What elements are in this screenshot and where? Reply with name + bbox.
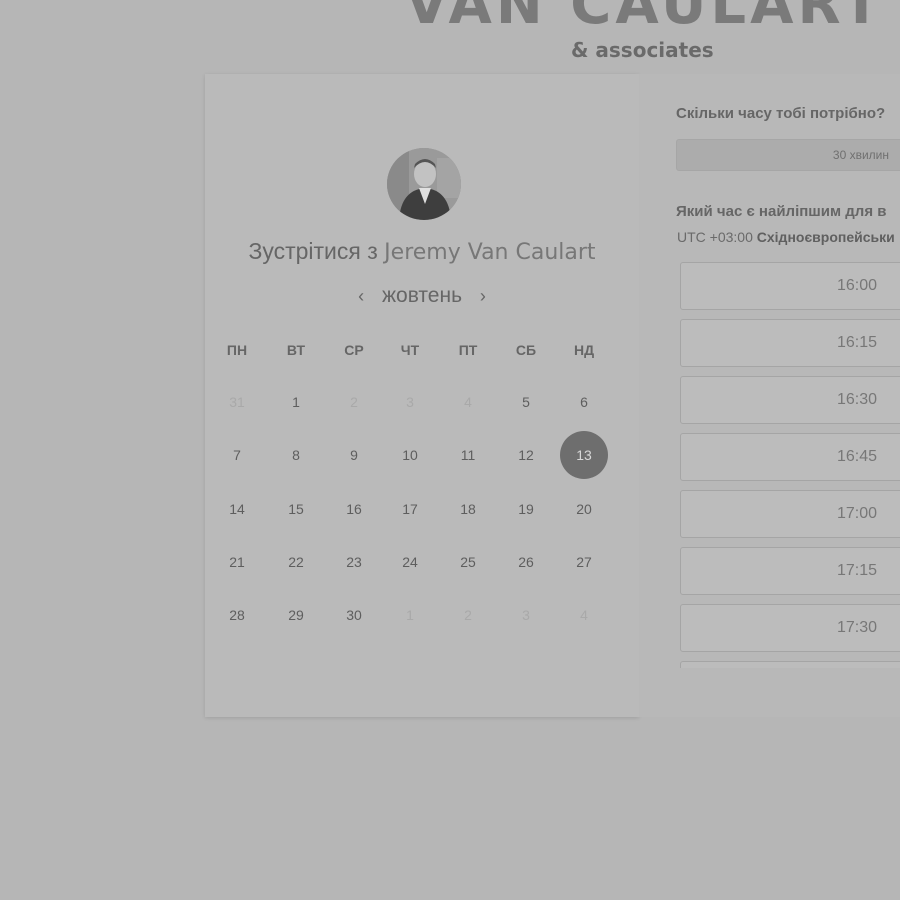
timezone-label[interactable]: UTC +03:00 Східноєвропейськи	[677, 229, 895, 245]
calendar-day: 3	[406, 394, 414, 410]
calendar-day: 4	[464, 394, 472, 410]
weekday-label: ЧТ	[400, 342, 420, 358]
weekday-label: СБ	[515, 342, 537, 358]
calendar-day[interactable]: 11	[444, 431, 492, 479]
time-slot-button[interactable]: 16:00	[680, 262, 900, 310]
time-slot-label: 16:30	[836, 391, 877, 408]
logo-title: VAN CAULART	[405, 0, 885, 37]
time-slot-button[interactable]: 17:15	[680, 547, 900, 595]
time-slot-button[interactable]: 17:00	[680, 490, 900, 538]
weekday-label: НД	[573, 342, 595, 358]
duration-question: Скільки часу тобі потрібно?	[676, 105, 886, 122]
time-slot-label: 16:45	[836, 448, 877, 465]
calendar-day[interactable]: 21	[213, 538, 261, 586]
time-slot-button[interactable]	[680, 661, 900, 668]
month-label: жовтень	[381, 284, 463, 308]
calendar-day[interactable]: 27	[560, 538, 608, 586]
calendar-day[interactable]: 17	[386, 485, 434, 533]
logo-subtitle: & associates	[571, 38, 714, 62]
calendar-day: 31	[229, 394, 245, 410]
chevron-right-icon[interactable]: ›	[468, 286, 498, 307]
time-slot-button[interactable]: 16:15	[680, 319, 900, 367]
weekday-label: ПН	[226, 342, 248, 358]
calendar-day[interactable]: 6	[560, 378, 608, 426]
weekday-label: ВТ	[286, 342, 306, 358]
time-slot-button[interactable]: 17:30	[680, 604, 900, 652]
calendar-day[interactable]: 25	[444, 538, 492, 586]
calendar-day: 3	[522, 607, 530, 623]
timezone-offset: UTC +03:00	[677, 229, 753, 245]
calendar-day: 1	[406, 607, 414, 623]
weekday-header: ПН ВТ СР ЧТ ПТ СБ НД	[205, 342, 639, 362]
weekday-label: ПТ	[458, 342, 478, 358]
time-slot-label: 17:15	[836, 562, 877, 579]
calendar-day[interactable]: 7	[213, 431, 261, 479]
month-nav: ‹ жовтень ›	[205, 284, 639, 308]
calendar-day[interactable]: 9	[330, 431, 378, 479]
duration-value: 30 хвилин	[832, 148, 889, 162]
meet-prefix: Зустрітися з	[248, 238, 378, 264]
calendar-day[interactable]: 8	[272, 431, 320, 479]
selected-day[interactable]: 13	[560, 431, 608, 479]
calendar-day[interactable]: 29	[272, 591, 320, 639]
duration-select[interactable]: 30 хвилин	[676, 139, 900, 171]
calendar-panel: Зустрітися з Jeremy Van Caulart ‹ жовтен…	[205, 74, 639, 717]
time-slot-button[interactable]: 16:45	[680, 433, 900, 481]
calendar-day[interactable]: 22	[272, 538, 320, 586]
time-slot-list[interactable]: 16:00 16:15 16:30 16:45 17:00 17:15 17:30	[680, 262, 900, 668]
calendar-day[interactable]: 19	[502, 485, 550, 533]
calendar-day: 2	[350, 394, 358, 410]
avatar-photo	[387, 148, 461, 220]
calendar-day[interactable]: 1	[272, 378, 320, 426]
calendar-day[interactable]: 26	[502, 538, 550, 586]
time-slot-label: 17:30	[836, 619, 877, 636]
calendar-day[interactable]: 12	[502, 431, 550, 479]
calendar-day: 4	[580, 607, 588, 623]
calendar-day[interactable]: 10	[386, 431, 434, 479]
calendar-day[interactable]: 30	[330, 591, 378, 639]
calendar-day[interactable]: 20	[560, 485, 608, 533]
meet-title: Зустрітися з Jeremy Van Caulart	[205, 238, 639, 265]
calendar-day[interactable]: 5	[502, 378, 550, 426]
calendar-day[interactable]: 16	[330, 485, 378, 533]
calendar-day[interactable]: 15	[272, 485, 320, 533]
timezone-name: Східноєвропейськи	[756, 229, 895, 245]
calendar-day[interactable]: 28	[213, 591, 261, 639]
calendar-day[interactable]: 23	[330, 538, 378, 586]
time-slot-label: 17:00	[836, 505, 877, 522]
time-question: Який час є найліпшим для в	[676, 203, 887, 220]
calendar-day[interactable]: 18	[444, 485, 492, 533]
avatar	[387, 148, 461, 220]
chevron-left-icon[interactable]: ‹	[346, 286, 376, 307]
time-slot-button[interactable]: 16:30	[680, 376, 900, 424]
calendar-day[interactable]: 14	[213, 485, 261, 533]
time-slot-label: 16:15	[836, 334, 877, 351]
calendar-day[interactable]: 24	[386, 538, 434, 586]
calendar-day: 2	[464, 607, 472, 623]
booking-panel: Скільки часу тобі потрібно? 30 хвилин Як…	[639, 74, 900, 717]
person-name: Jeremy Van Caulart	[384, 240, 596, 265]
weekday-label: СР	[344, 342, 364, 358]
time-slot-label: 16:00	[836, 277, 877, 294]
